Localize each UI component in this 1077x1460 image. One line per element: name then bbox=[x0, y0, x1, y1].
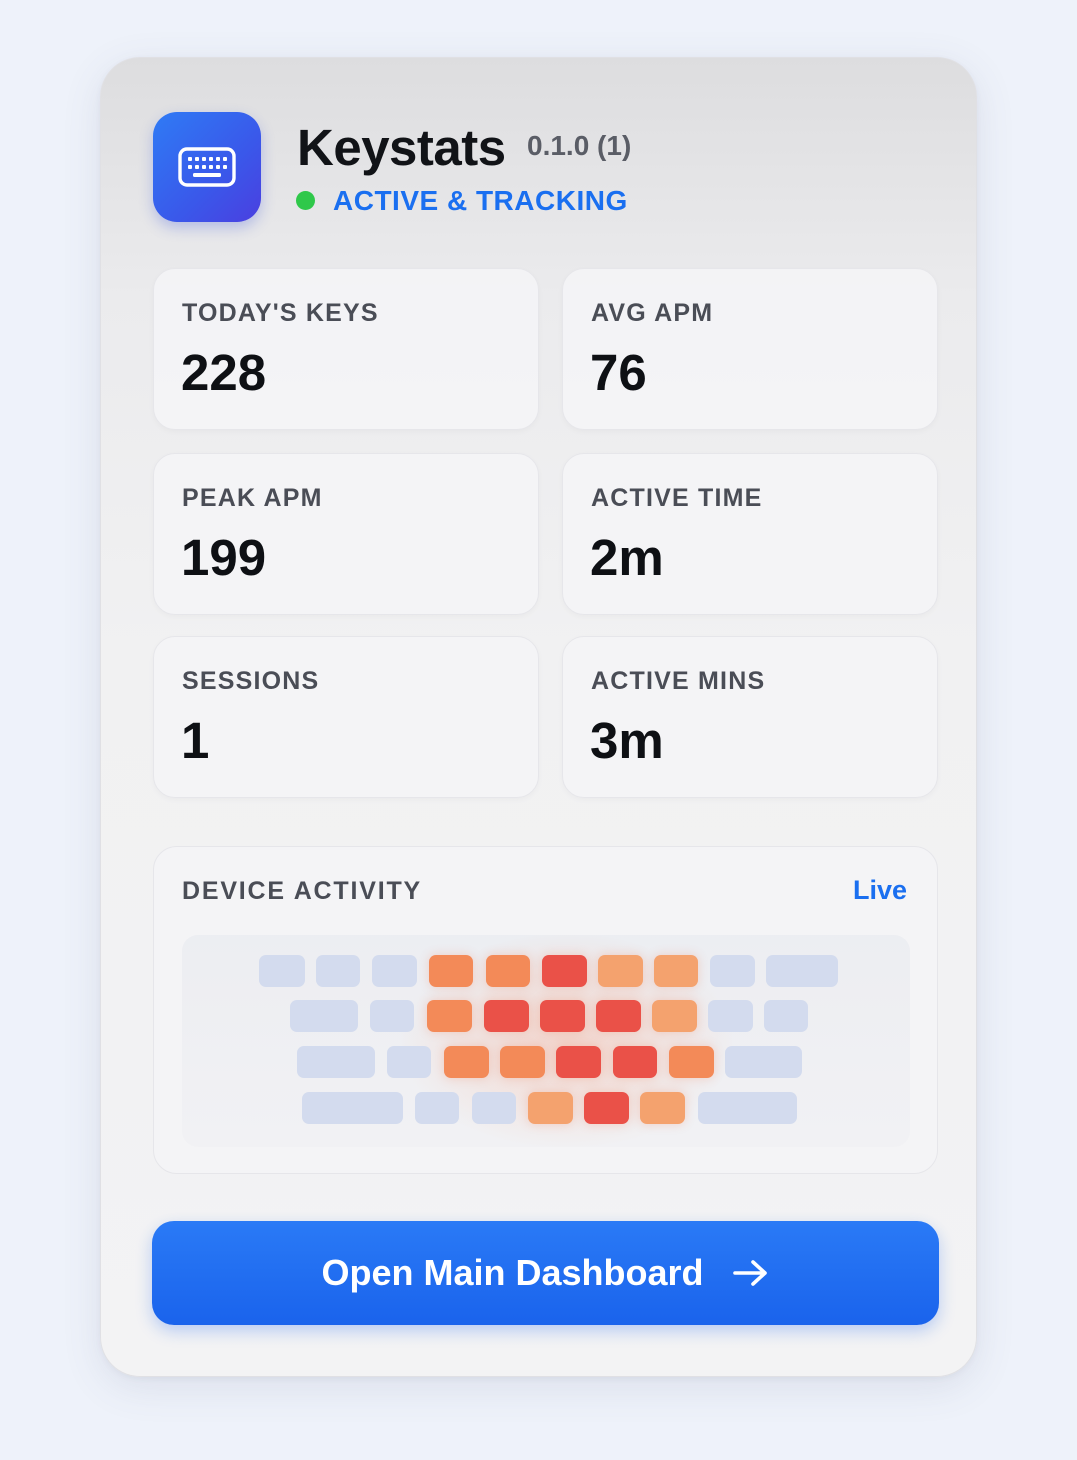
heatmap-key bbox=[427, 1000, 472, 1032]
app-title: Keystats bbox=[297, 119, 506, 176]
stat-label: PEAK APM bbox=[182, 484, 323, 512]
stat-label: ACTIVE TIME bbox=[591, 484, 763, 512]
keyboard-icon bbox=[153, 112, 261, 222]
stat-value: 1 bbox=[181, 712, 210, 769]
heatmap-key bbox=[429, 955, 473, 987]
live-indicator[interactable]: Live bbox=[853, 875, 907, 906]
heatmap-key bbox=[698, 1092, 797, 1124]
stat-card-todays-keys: TODAY'S KEYS 228 bbox=[153, 268, 539, 430]
heatmap-key bbox=[652, 1000, 697, 1032]
stat-card-peak-apm: PEAK APM 199 bbox=[153, 453, 539, 615]
heatmap-key bbox=[669, 1046, 714, 1078]
heatmap-key bbox=[584, 1092, 629, 1124]
stat-label: SESSIONS bbox=[182, 667, 320, 695]
heatmap-key bbox=[290, 1000, 358, 1032]
stat-label: AVG APM bbox=[591, 299, 714, 327]
heatmap-key bbox=[708, 1000, 753, 1032]
heatmap-key bbox=[500, 1046, 545, 1078]
heatmap-key bbox=[444, 1046, 489, 1078]
heatmap-key bbox=[316, 955, 360, 987]
heatmap-key bbox=[302, 1092, 403, 1124]
stat-value: 3m bbox=[590, 712, 664, 769]
heatmap-key bbox=[640, 1092, 685, 1124]
device-activity-title: DEVICE ACTIVITY bbox=[182, 877, 422, 905]
heatmap-key bbox=[372, 955, 417, 987]
stat-value: 76 bbox=[590, 344, 647, 401]
device-activity-panel: DEVICE ACTIVITY Live bbox=[153, 846, 938, 1174]
stat-value: 228 bbox=[181, 344, 267, 401]
app-version: 0.1.0 (1) bbox=[527, 130, 632, 161]
heatmap-key bbox=[259, 955, 305, 987]
heatmap-key bbox=[484, 1000, 529, 1032]
heatmap-key bbox=[528, 1092, 573, 1124]
keystats-popover: Keystats 0.1.0 (1) ACTIVE & TRACKING TOD… bbox=[100, 57, 977, 1377]
heatmap-key bbox=[764, 1000, 808, 1032]
heatmap-key bbox=[472, 1092, 516, 1124]
stat-value: 199 bbox=[181, 529, 267, 586]
stat-card-sessions: SESSIONS 1 bbox=[153, 636, 539, 798]
stat-card-active-mins: ACTIVE MINS 3m bbox=[562, 636, 938, 798]
heatmap-key bbox=[540, 1000, 585, 1032]
heatmap-key bbox=[710, 955, 755, 987]
heatmap-key bbox=[596, 1000, 641, 1032]
heatmap-key bbox=[387, 1046, 431, 1078]
stat-label: TODAY'S KEYS bbox=[182, 299, 379, 327]
status-indicator-dot bbox=[296, 191, 315, 210]
heatmap-key bbox=[613, 1046, 657, 1078]
heatmap-key bbox=[725, 1046, 802, 1078]
keyboard-heatmap bbox=[182, 935, 910, 1147]
stat-value: 2m bbox=[590, 529, 664, 586]
heatmap-key bbox=[415, 1092, 459, 1124]
heatmap-key bbox=[542, 955, 587, 987]
heatmap-key bbox=[654, 955, 698, 987]
stat-card-avg-apm: AVG APM 76 bbox=[562, 268, 938, 430]
arrow-right-icon bbox=[732, 1258, 770, 1288]
heatmap-key bbox=[556, 1046, 601, 1078]
open-main-dashboard-button[interactable]: Open Main Dashboard bbox=[152, 1221, 939, 1325]
heatmap-key bbox=[766, 955, 838, 987]
open-main-dashboard-label: Open Main Dashboard bbox=[321, 1252, 704, 1293]
heatmap-key bbox=[297, 1046, 375, 1078]
heatmap-key bbox=[486, 955, 530, 987]
tracking-status: ACTIVE & TRACKING bbox=[333, 185, 628, 216]
heatmap-key bbox=[370, 1000, 414, 1032]
heatmap-key bbox=[598, 955, 643, 987]
stat-card-active-time: ACTIVE TIME 2m bbox=[562, 453, 938, 615]
stat-label: ACTIVE MINS bbox=[591, 667, 766, 695]
